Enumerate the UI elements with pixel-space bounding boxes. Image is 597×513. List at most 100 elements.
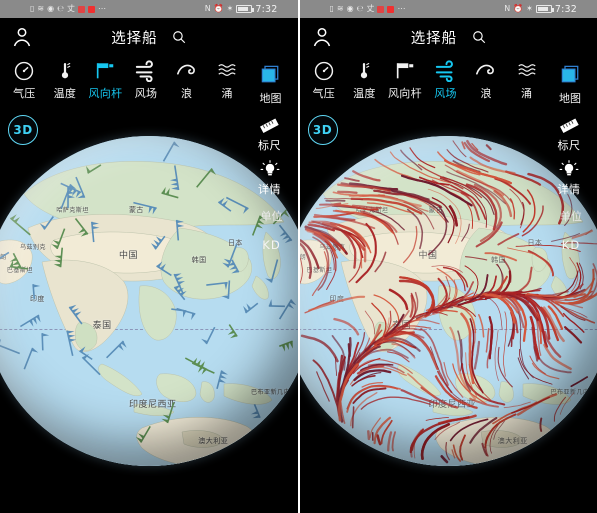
tool-wave[interactable]: 浪 xyxy=(466,58,507,101)
bluetooth-icon: ✶ xyxy=(526,4,533,13)
status-bar-clock: 7:32 xyxy=(554,3,577,15)
wind-barb xyxy=(66,330,77,356)
location-icon: ◉ xyxy=(47,4,55,13)
globe-stage[interactable]: 3D 标尺 详情 单位 KD 哈萨克斯坦 蒙古 中国 韩国 日本 乌兹别克 巴基… xyxy=(0,108,298,513)
streamline xyxy=(409,294,415,318)
wind-barb xyxy=(268,298,285,308)
person-walk-icon: 丈 xyxy=(66,4,75,13)
thermometer-icon xyxy=(353,58,375,84)
streamline xyxy=(560,392,575,415)
tool-wind-barb[interactable]: 风向杆 xyxy=(85,58,126,101)
tool-wind-field[interactable]: 风场 xyxy=(425,58,466,101)
wind-barb xyxy=(162,141,180,162)
ruler-icon xyxy=(259,116,280,136)
wind-barb xyxy=(150,235,166,250)
map-layers-icon xyxy=(560,64,580,86)
tool-wave[interactable]: 浪 xyxy=(166,58,207,101)
app-red-icon xyxy=(77,5,85,13)
wind-barb xyxy=(155,261,172,277)
streamline xyxy=(459,434,467,461)
bluetooth-icon: ✶ xyxy=(226,4,234,13)
unit-value: KD xyxy=(561,238,581,252)
streamline xyxy=(409,147,436,169)
tool-wind-field[interactable]: 风场 xyxy=(126,58,167,101)
3d-toggle-button[interactable]: 3D xyxy=(307,115,338,145)
streamline xyxy=(362,212,399,245)
wind-barb xyxy=(53,247,63,268)
streamline xyxy=(492,401,538,425)
streamline xyxy=(543,343,573,371)
wind-barb-icon xyxy=(93,58,117,84)
streamline xyxy=(337,190,358,194)
streamline xyxy=(374,251,387,273)
streamline xyxy=(478,314,485,338)
nfc-icon: N xyxy=(204,4,211,13)
wind-barb xyxy=(90,221,100,243)
streamline xyxy=(497,346,514,388)
tool-swell[interactable]: 涌 xyxy=(506,58,547,101)
search-icon[interactable] xyxy=(172,30,186,44)
thermometer-icon xyxy=(54,58,76,84)
person-walk-icon: 丈 xyxy=(366,4,375,13)
tool-temperature[interactable]: 温度 xyxy=(344,58,385,101)
wind-barb xyxy=(39,216,54,230)
streamline xyxy=(503,311,508,377)
browser-icon: ℮ xyxy=(57,4,64,13)
screen-left-wind-barbs: ▯ ≋ ◉ ℮ 丈 ⋯ N ⏰ ✶ 7:32 选择船 气压 温度 风向杆 风场 … xyxy=(0,0,298,513)
gauge-icon xyxy=(13,58,35,84)
panel-divider xyxy=(297,0,299,513)
unit-control[interactable]: 单位 KD xyxy=(246,206,298,252)
tool-temperature[interactable]: 温度 xyxy=(45,58,86,101)
tool-pressure[interactable]: 气压 xyxy=(304,58,345,101)
unit-value: KD xyxy=(262,238,281,252)
side-control-stack: 标尺 详情 xyxy=(246,116,294,204)
streamline xyxy=(564,326,583,344)
tool-wind-barb[interactable]: 风向杆 xyxy=(385,58,426,101)
streamline xyxy=(352,170,381,182)
details-label: 详情 xyxy=(557,183,581,196)
streamline xyxy=(316,371,331,402)
wind-barb xyxy=(41,333,50,351)
wind-barb xyxy=(32,284,40,299)
details-button[interactable]: 详情 xyxy=(558,160,581,197)
globe-stage[interactable]: 3D 标尺 详情 单位 KD 哈萨克斯坦 蒙古 中国 韩国 日本 乌兹别克 巴基… xyxy=(299,108,597,513)
wind-barb xyxy=(205,281,228,290)
swell-icon xyxy=(216,58,238,84)
wind-barb xyxy=(170,308,187,318)
swell-icon xyxy=(516,58,538,84)
app-red2-icon xyxy=(387,5,395,13)
unit-label: 单位 xyxy=(260,210,283,223)
wind-field-icon xyxy=(134,58,158,84)
wind-barb xyxy=(74,218,89,237)
app-red-icon xyxy=(377,5,385,13)
streamline xyxy=(448,205,459,227)
3d-toggle-button[interactable]: 3D xyxy=(8,115,38,145)
streamline xyxy=(465,256,488,261)
streamline xyxy=(445,442,451,461)
streamline xyxy=(308,295,366,312)
battery-icon xyxy=(535,5,554,13)
ruler-button[interactable]: 标尺 xyxy=(558,116,581,153)
search-icon[interactable] xyxy=(472,30,486,44)
ruler-button[interactable]: 标尺 xyxy=(258,116,281,153)
browser-icon: ℮ xyxy=(356,4,364,13)
unit-control[interactable]: 单位 KD xyxy=(545,206,597,252)
streamline xyxy=(497,232,520,246)
ruler-label: 标尺 xyxy=(258,139,281,152)
streamline xyxy=(428,205,448,256)
layer-toolbar: 气压 温度 风向杆 风场 浪 涌 地图 xyxy=(299,56,597,108)
wind-barb-icon xyxy=(393,58,417,84)
tool-swell[interactable]: 涌 xyxy=(207,58,248,101)
wind-barb xyxy=(9,214,31,236)
wind-barb xyxy=(225,196,249,214)
tool-temperature-label: 温度 xyxy=(353,87,376,100)
tool-pressure[interactable]: 气压 xyxy=(4,58,45,101)
details-button[interactable]: 详情 xyxy=(258,160,281,197)
tool-wave-label: 浪 xyxy=(180,87,193,100)
alarm-icon: ⏰ xyxy=(513,4,524,13)
map-layers-button[interactable]: 地图 xyxy=(247,58,293,106)
streamline xyxy=(344,177,360,182)
more-icon: ⋯ xyxy=(97,4,106,13)
map-layers-button[interactable]: 地图 xyxy=(547,58,593,106)
streamline xyxy=(450,418,489,442)
